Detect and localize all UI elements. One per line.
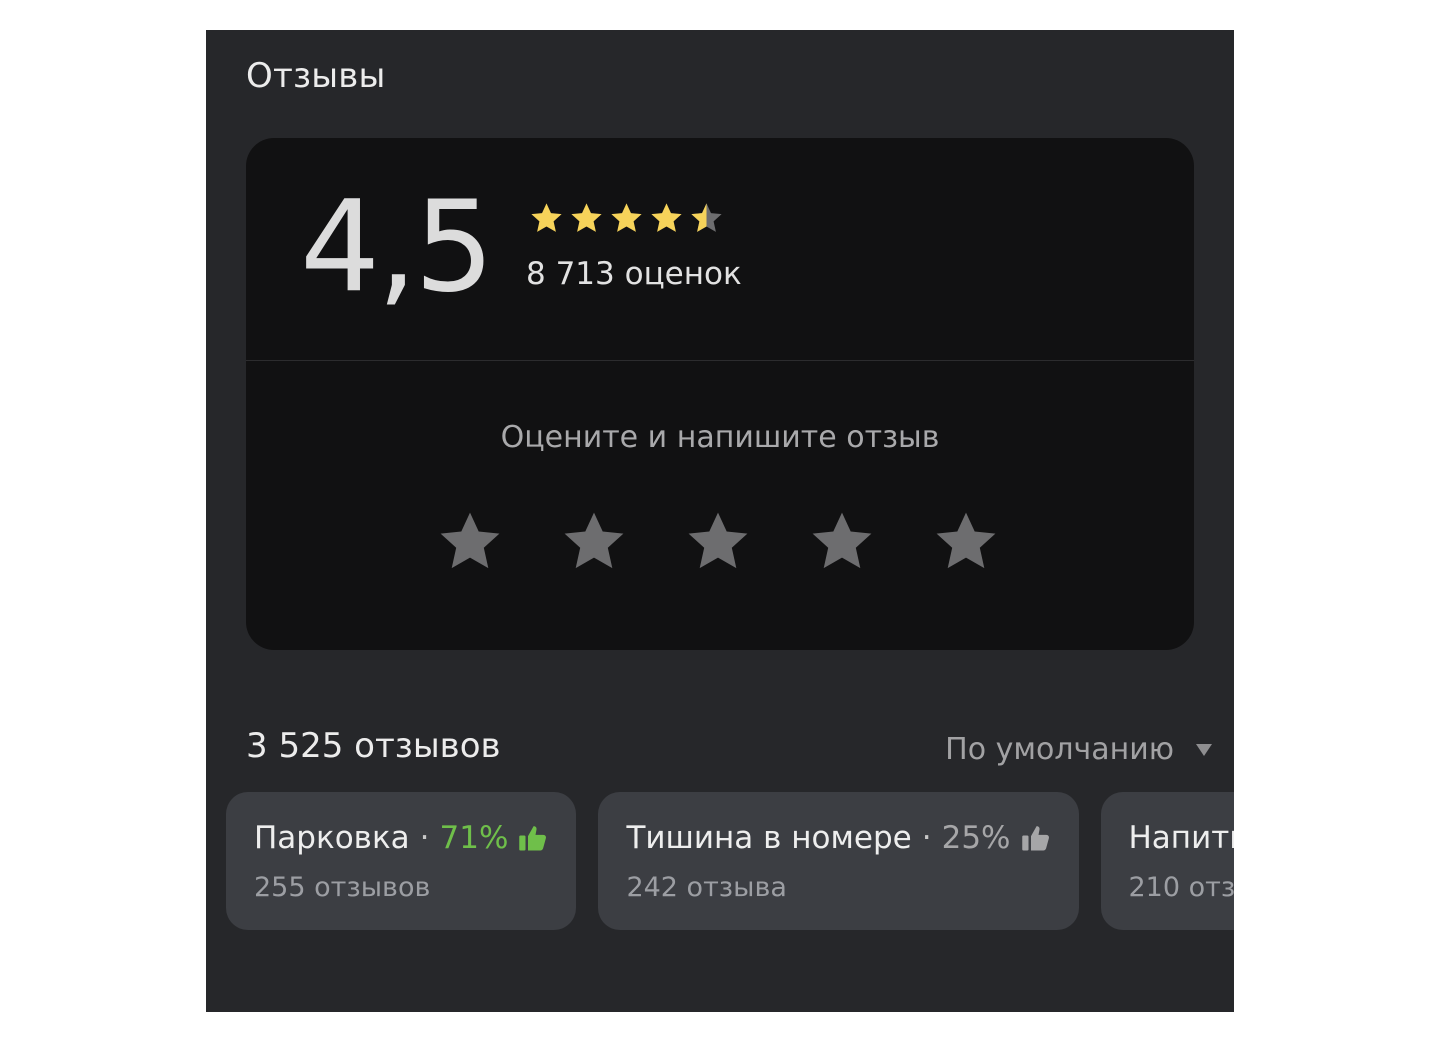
section-title: Отзывы: [246, 56, 386, 96]
reviews-panel: Отзывы 4,5 8 713 оценок Оцените и напиши…: [206, 30, 1234, 1012]
rate-star-5-icon[interactable]: [930, 506, 1002, 578]
aspect-reviews: 210 отзывов: [1128, 872, 1235, 903]
rate-star-3-icon[interactable]: [682, 506, 754, 578]
average-stars: [528, 200, 725, 237]
thumbs-up-icon: [1021, 826, 1049, 851]
aspect-separator: ·: [419, 820, 430, 856]
aspect-percent: 71%: [439, 820, 509, 856]
rate-star-1-icon[interactable]: [434, 506, 506, 578]
aspect-chip-quiet[interactable]: Тишина в номере · 25% 242 отзыва: [598, 792, 1079, 930]
aspect-chip-drinks[interactable]: Напитки 210 отзывов: [1100, 792, 1235, 930]
aspect-name: Напитки: [1128, 820, 1235, 856]
rate-stars[interactable]: [434, 506, 1002, 578]
star-full-icon: [531, 203, 562, 232]
aspect-name: Парковка: [254, 820, 410, 856]
average-score: 4,5: [300, 173, 494, 320]
star-full-icon: [651, 203, 682, 232]
star-full-icon: [571, 203, 602, 232]
rate-star-2-icon[interactable]: [558, 506, 630, 578]
aspect-percent: 25%: [941, 820, 1011, 856]
star-full-icon: [611, 203, 642, 232]
aspect-reviews: 255 отзывов: [254, 872, 431, 903]
star-half-icon: [691, 203, 722, 232]
aspect-chips: Парковка · 71% 255 отзывов Тишина в номе…: [226, 792, 1234, 930]
rate-star-4-icon[interactable]: [806, 506, 878, 578]
sort-dropdown[interactable]: По умолчанию: [945, 732, 1214, 767]
sort-label: По умолчанию: [945, 732, 1174, 767]
aspect-reviews: 242 отзыва: [626, 872, 787, 903]
ratings-count: 8 713 оценок: [526, 256, 742, 292]
rating-card: 4,5 8 713 оценок Оцените и напишите отзы…: [246, 138, 1194, 650]
rate-prompt: Оцените и напишите отзыв: [500, 420, 940, 455]
divider: [246, 360, 1194, 361]
aspect-separator: ·: [921, 820, 932, 856]
aspect-chip-parking[interactable]: Парковка · 71% 255 отзывов: [226, 792, 577, 930]
rating-summary: 4,5 8 713 оценок: [246, 138, 1194, 360]
triangle-down-icon: [1196, 743, 1212, 756]
thumbs-up-icon: [519, 826, 547, 851]
aspect-name: Тишина в номере: [626, 820, 912, 856]
reviews-count: 3 525 отзывов: [246, 726, 501, 766]
